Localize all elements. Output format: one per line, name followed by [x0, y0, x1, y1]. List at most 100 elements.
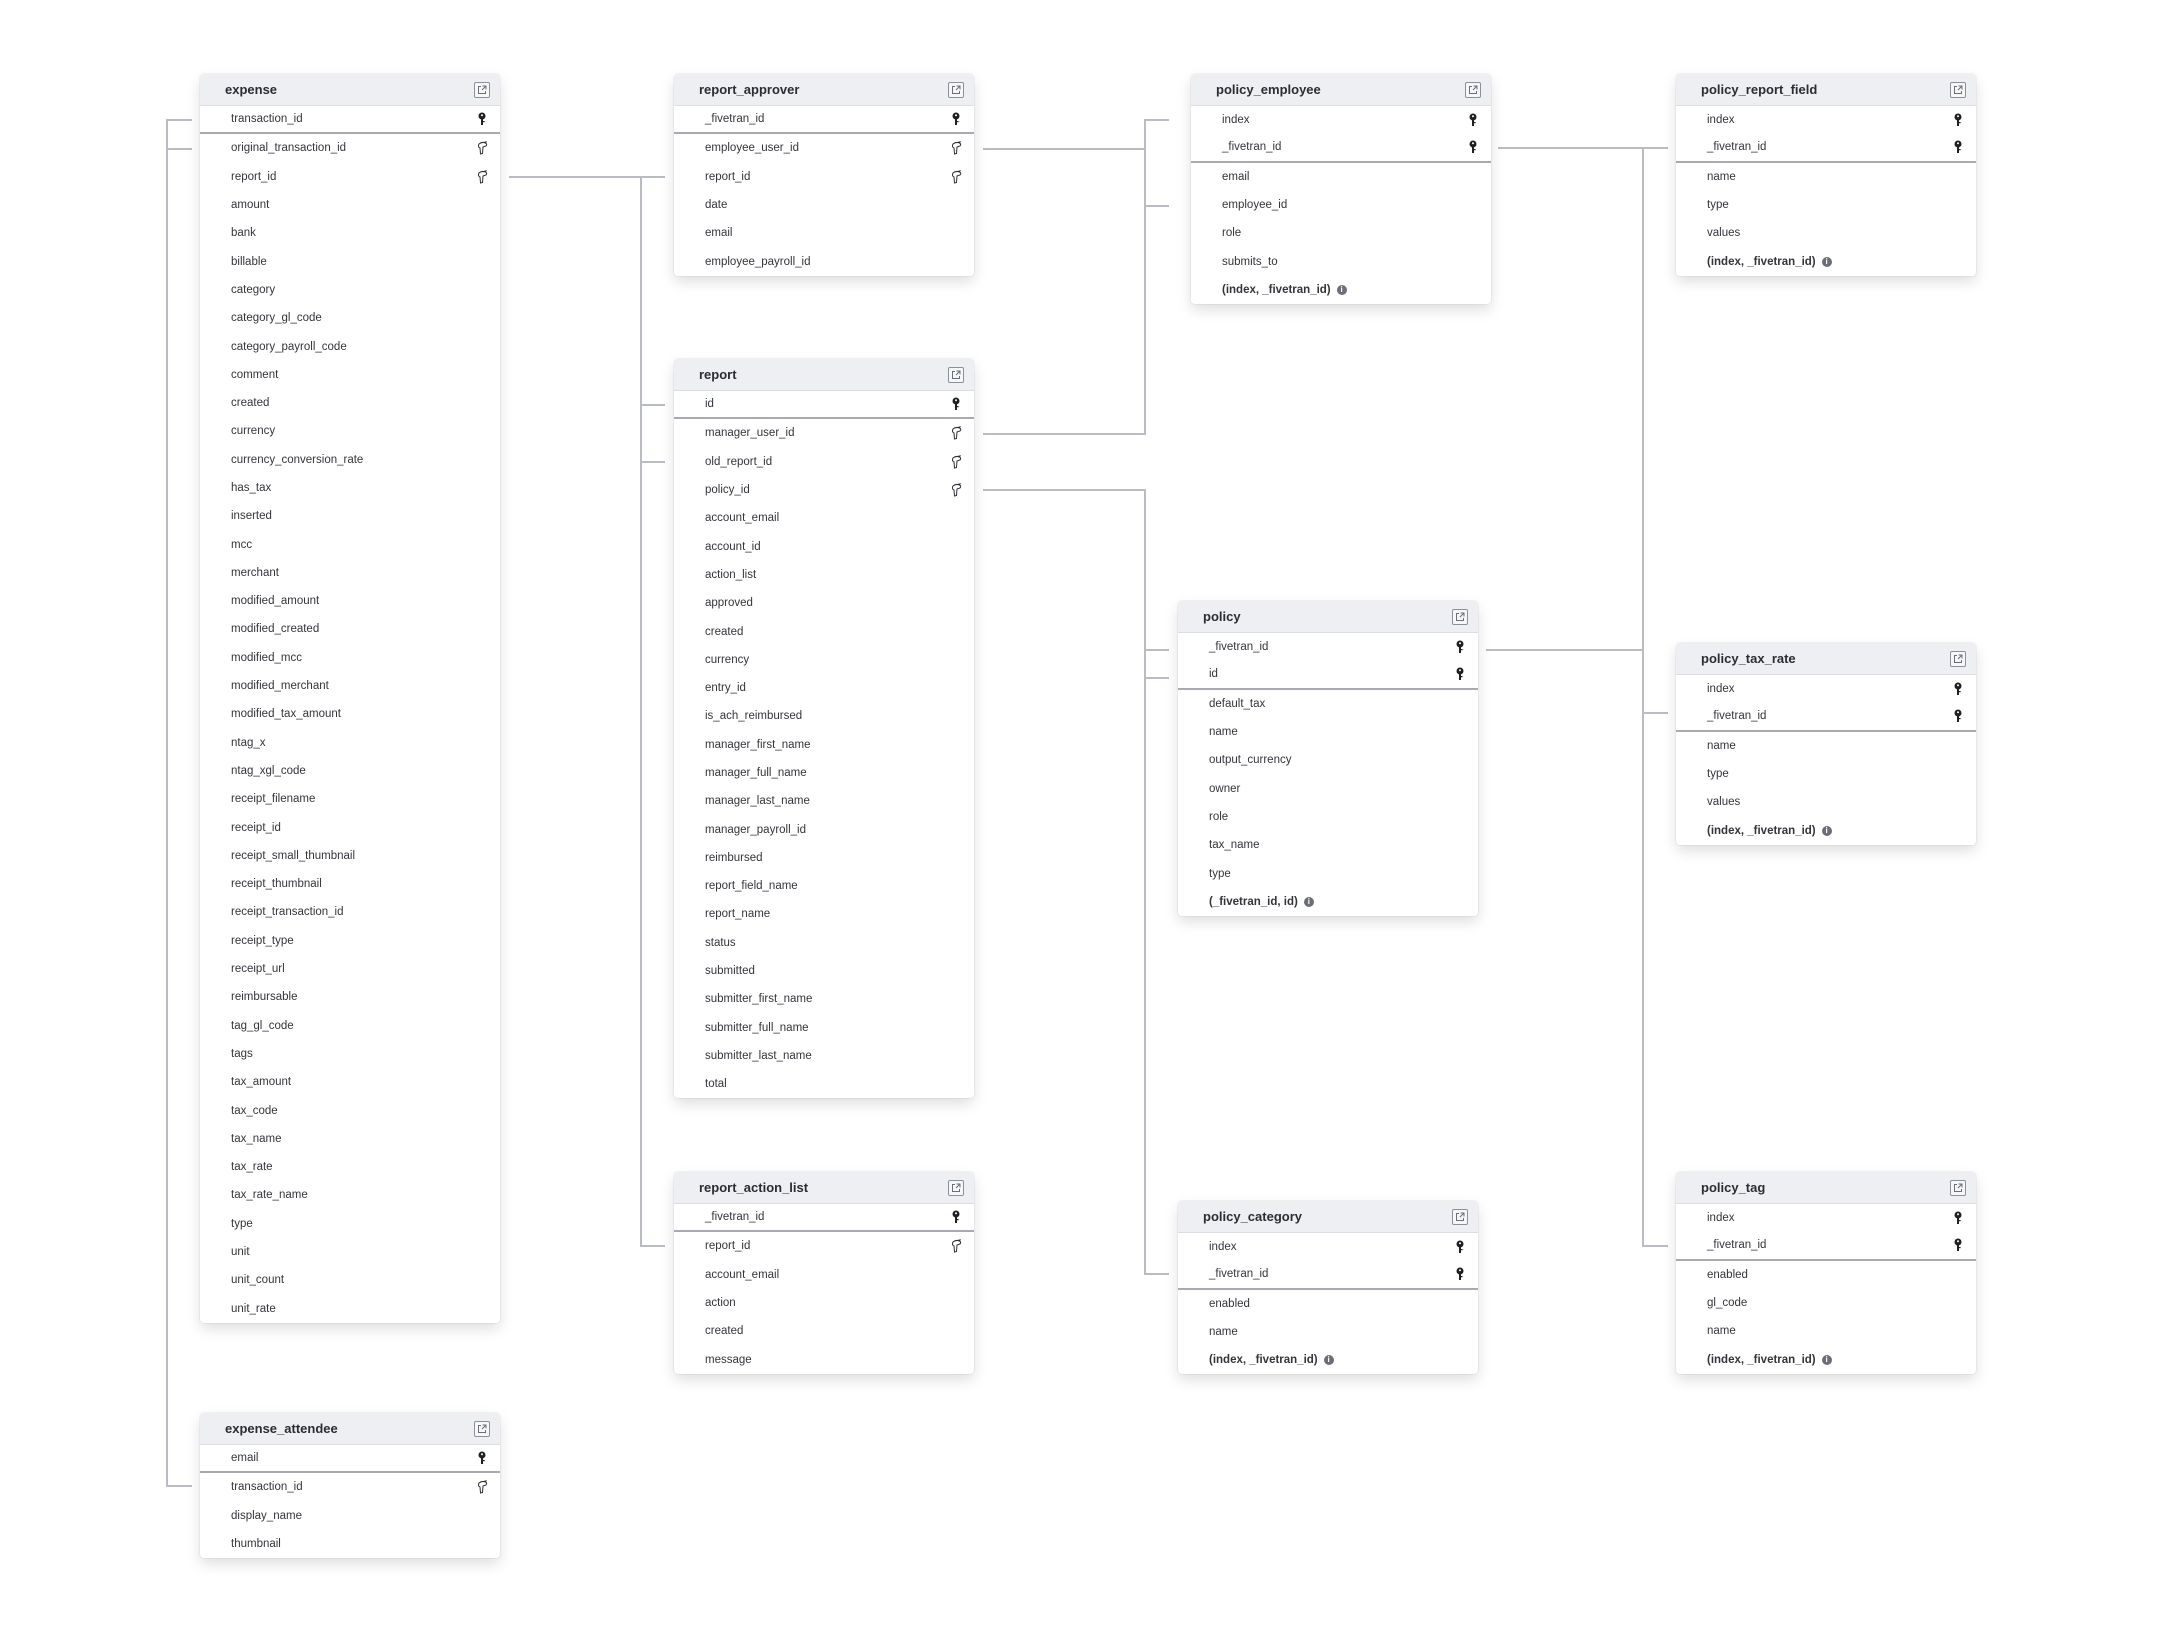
open-external-icon[interactable]	[1950, 1179, 1966, 1196]
table-card-report-action-list[interactable]: report_action_list _fivetran_id report_id a…	[674, 1172, 974, 1374]
table-title: report	[699, 367, 737, 382]
column-name: (index, _fivetran_id)	[1707, 1353, 1816, 1366]
open-external-icon[interactable]	[474, 81, 490, 98]
column-name: entry_id	[705, 682, 746, 695]
info-icon[interactable]: i	[1821, 825, 1832, 836]
table-card-expense[interactable]: expense transaction_id original_transactio…	[200, 74, 500, 1323]
column-name: ntag_x	[231, 736, 266, 749]
column-name: thumbnail	[231, 1538, 281, 1551]
column-name: billable	[231, 255, 267, 268]
column-row: account_id	[674, 532, 974, 560]
column-row: is_ach_reimbursed	[674, 702, 974, 730]
key-icon	[1952, 140, 1964, 154]
column-row: created	[674, 617, 974, 645]
open-external-icon[interactable]	[948, 81, 964, 98]
table-card-report-approver[interactable]: report_approver _fivetran_id employee_user…	[674, 74, 974, 276]
connector-expense-self	[166, 119, 192, 1487]
column-row: original_transaction_id	[200, 134, 500, 162]
column-row: name	[1676, 163, 1976, 191]
column-row: ntag_xgl_code	[200, 757, 500, 785]
column-row: bank	[200, 219, 500, 247]
table-card-policy-employee[interactable]: policy_employee index _fivetran_id email emp…	[1191, 74, 1491, 305]
column-name: category_payroll_code	[231, 340, 347, 353]
info-icon[interactable]: i	[1323, 1355, 1334, 1366]
column-row: name	[1676, 1317, 1976, 1345]
table-card-policy-tag[interactable]: policy_tag index _fivetran_id enabled gl_cod…	[1676, 1172, 1976, 1374]
open-external-icon[interactable]	[948, 366, 964, 383]
open-external-icon[interactable]	[1950, 81, 1966, 98]
column-name: bank	[231, 227, 256, 240]
column-row: tax_rate	[200, 1153, 500, 1181]
open-external-icon[interactable]	[474, 1420, 490, 1437]
foreign-key-icon	[950, 1239, 962, 1254]
column-row: receipt_transaction_id	[200, 898, 500, 926]
table-title: report_action_list	[699, 1180, 809, 1195]
table-header: report	[674, 359, 974, 391]
key-icon	[1952, 682, 1964, 696]
column-name: name	[1209, 1326, 1238, 1339]
column-name: employee_user_id	[705, 142, 799, 155]
table-card-policy-report-field[interactable]: policy_report_field index _fivetran_id name…	[1676, 74, 1976, 276]
column-row: amount	[200, 191, 500, 219]
column-name: _fivetran_id	[705, 113, 765, 126]
key-icon	[1952, 113, 1964, 127]
column-name: enabled	[1209, 1297, 1250, 1310]
table-header: expense	[200, 74, 500, 106]
open-external-icon[interactable]	[1452, 608, 1468, 625]
open-external-icon[interactable]	[948, 1179, 964, 1196]
open-external-icon[interactable]	[1452, 1208, 1468, 1225]
column-row: total	[674, 1070, 974, 1098]
foreign-key-icon	[950, 426, 962, 441]
composite-key-row: (_fivetran_id, id) i	[1178, 888, 1478, 916]
column-name: type	[1707, 768, 1729, 781]
column-row: id	[1178, 661, 1478, 690]
table-title: expense	[225, 82, 278, 97]
column-name: account_email	[705, 1268, 780, 1281]
table-card-policy-category[interactable]: policy_category index _fivetran_id enabled n…	[1178, 1201, 1478, 1375]
column-name: category	[231, 283, 276, 296]
info-icon[interactable]: i	[1821, 256, 1832, 267]
column-row: report_name	[674, 900, 974, 928]
column-name: index	[1707, 114, 1735, 127]
column-name: date	[705, 199, 728, 212]
column-name: _fivetran_id	[1707, 710, 1767, 723]
column-name: unit	[231, 1246, 250, 1259]
column-row: modified_merchant	[200, 672, 500, 700]
table-header: policy_tag	[1676, 1172, 1976, 1204]
column-row: manager_user_id	[674, 419, 974, 447]
column-name: submitter_first_name	[705, 993, 813, 1006]
open-external-icon[interactable]	[1465, 81, 1481, 98]
info-icon[interactable]: i	[1336, 284, 1347, 295]
column-name: (index, _fivetran_id)	[1209, 1354, 1318, 1367]
column-row: reimbursed	[674, 844, 974, 872]
connector-report-policy	[983, 489, 1169, 1275]
column-row: type	[200, 1210, 500, 1238]
table-card-policy[interactable]: policy _fivetran_id id default_tax name outpu…	[1178, 601, 1478, 916]
foreign-key-icon	[476, 170, 488, 184]
table-title: policy_category	[1203, 1209, 1302, 1224]
table-card-expense-attendee[interactable]: expense_attendee email transaction_id displ…	[200, 1413, 500, 1559]
composite-key-row: (index, _fivetran_id) i	[1676, 1345, 1976, 1373]
column-name: receipt_type	[231, 934, 294, 947]
column-row: status	[674, 929, 974, 957]
column-name: receipt_filename	[231, 793, 316, 806]
info-icon[interactable]: i	[1303, 896, 1314, 907]
column-name: owner	[1209, 782, 1241, 795]
composite-key-row: (index, _fivetran_id) i	[1676, 247, 1976, 275]
column-row: submitter_first_name	[674, 985, 974, 1013]
info-icon[interactable]: i	[1821, 1354, 1832, 1365]
column-row: manager_first_name	[674, 731, 974, 759]
table-card-report[interactable]: report id manager_user_id old_report_id poli…	[674, 359, 974, 1099]
column-name: default_tax	[1209, 697, 1266, 710]
column-row: manager_full_name	[674, 759, 974, 787]
open-external-icon[interactable]	[1950, 650, 1966, 667]
column-name: modified_mcc	[231, 651, 302, 664]
column-name: values	[1707, 796, 1741, 809]
table-card-policy-tax-rate[interactable]: policy_tax_rate index _fivetran_id name type…	[1676, 643, 1976, 845]
composite-key-row: (index, _fivetran_id) i	[1178, 1346, 1478, 1374]
composite-key-row: (index, _fivetran_id) i	[1676, 816, 1976, 844]
column-name: unit_count	[231, 1274, 285, 1287]
column-name: account_email	[705, 512, 780, 525]
column-name: employee_id	[1222, 199, 1288, 212]
column-row: role	[1191, 219, 1491, 247]
